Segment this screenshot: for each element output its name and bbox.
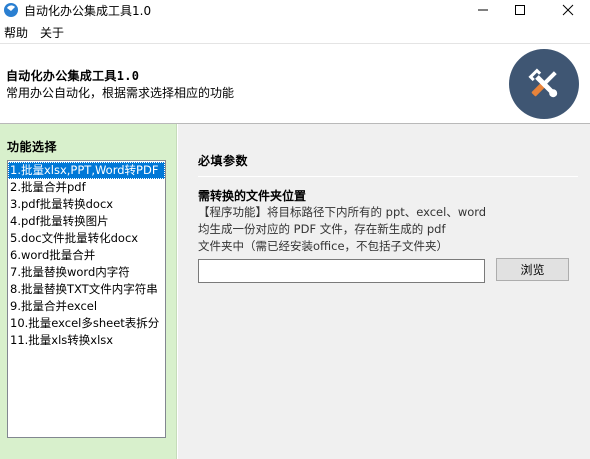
- function-sidebar: 功能选择 1.批量xlsx,PPT,Word转PDF 2.批量合并pdf 3.p…: [0, 124, 177, 459]
- menu-help[interactable]: 帮助: [2, 24, 30, 41]
- header: 自动化办公集成工具1.0 常用办公自动化，根据需求选择相应的功能: [0, 43, 590, 123]
- folder-field-label: 需转换的文件夹位置: [198, 189, 307, 203]
- list-item[interactable]: 2.批量合并pdf: [8, 179, 165, 196]
- window-title: 自动化办公集成工具1.0: [24, 4, 152, 18]
- sidebar-title: 功能选择: [7, 140, 58, 154]
- function-list[interactable]: 1.批量xlsx,PPT,Word转PDF 2.批量合并pdf 3.pdf批量转…: [7, 160, 166, 438]
- list-item[interactable]: 11.批量xls转换xlsx: [8, 332, 165, 349]
- list-item[interactable]: 9.批量合并excel: [8, 298, 165, 315]
- title-bar: 自动化办公集成工具1.0: [0, 0, 590, 20]
- list-item[interactable]: 3.pdf批量转换docx: [8, 196, 165, 213]
- minimize-icon: [478, 9, 488, 11]
- maximize-icon: [515, 5, 525, 15]
- minimize-button[interactable]: [468, 0, 498, 20]
- app-icon: [4, 3, 18, 17]
- function-description: 【程序功能】将目标路径下内所有的 ppt、excel、word 均生成一份对应的…: [198, 204, 486, 255]
- logo: [509, 49, 579, 119]
- description-line: 【程序功能】将目标路径下内所有的 ppt、excel、word: [198, 205, 487, 219]
- list-item[interactable]: 5.doc文件批量转化docx: [8, 230, 165, 247]
- close-icon: [562, 4, 574, 16]
- menu-bar: 帮助 关于: [0, 22, 590, 42]
- list-item[interactable]: 10.批量excel多sheet表拆分: [8, 315, 165, 332]
- description-line: 均生成一份对应的 PDF 文件，存在新生成的 pdf: [198, 222, 446, 236]
- browse-button[interactable]: 浏览: [496, 258, 569, 281]
- parameter-panel: 必填参数 需转换的文件夹位置 【程序功能】将目标路径下内所有的 ppt、exce…: [178, 124, 590, 459]
- header-title: 自动化办公集成工具1.0: [6, 69, 140, 83]
- list-item[interactable]: 1.批量xlsx,PPT,Word转PDF: [8, 162, 165, 179]
- list-item[interactable]: 8.批量替换TXT文件内字符串: [8, 281, 165, 298]
- menu-about[interactable]: 关于: [38, 24, 66, 41]
- description-line: 文件夹中（需已经安装office，不包括子文件夹）: [198, 239, 449, 253]
- maximize-button[interactable]: [505, 0, 535, 20]
- close-button[interactable]: [553, 0, 583, 20]
- folder-path-input[interactable]: [198, 259, 485, 283]
- section-title: 必填参数: [198, 154, 249, 168]
- section-divider: [198, 176, 578, 177]
- wrench-screwdriver-icon: [528, 68, 558, 98]
- list-item[interactable]: 6.word批量合并: [8, 247, 165, 264]
- header-subtitle: 常用办公自动化，根据需求选择相应的功能: [6, 86, 235, 100]
- list-item[interactable]: 7.批量替换word内字符: [8, 264, 165, 281]
- list-item[interactable]: 4.pdf批量转换图片: [8, 213, 165, 230]
